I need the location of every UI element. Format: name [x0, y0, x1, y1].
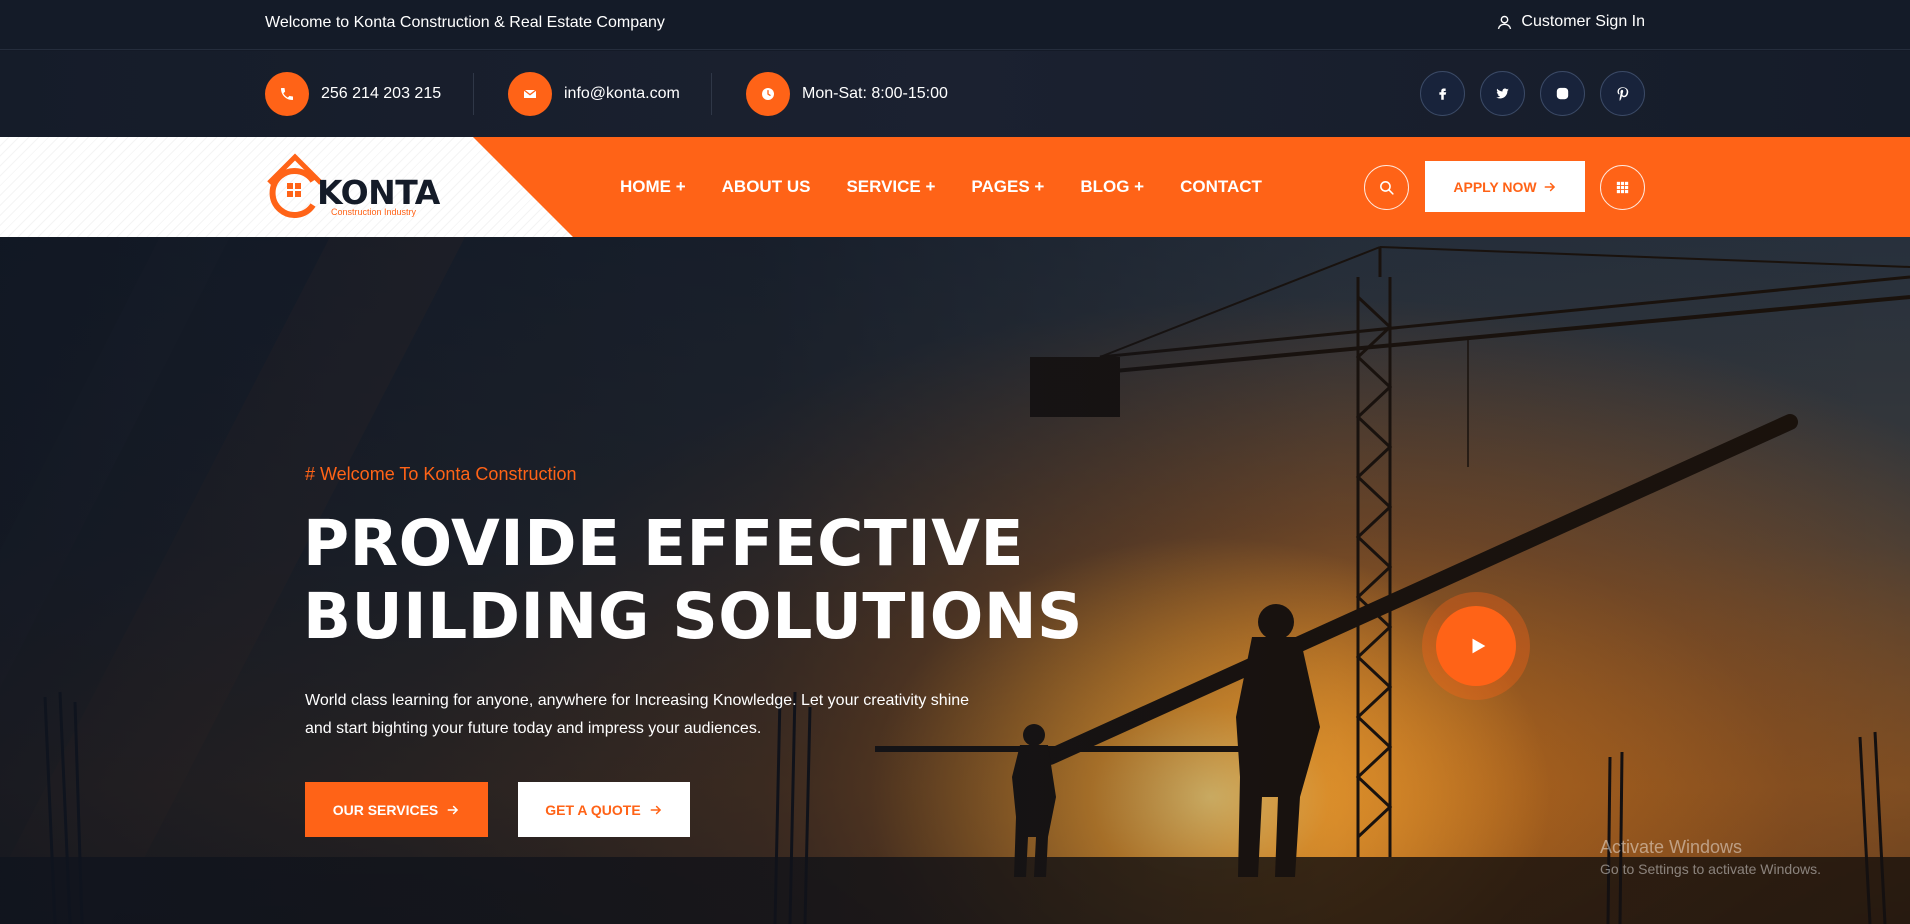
our-services-button[interactable]: OUR SERVICES	[305, 782, 488, 837]
hero-tagline: # Welcome To Konta Construction	[305, 464, 577, 484]
hero-description: World class learning for anyone, anywher…	[305, 692, 970, 737]
play-icon	[1472, 638, 1486, 654]
social-links	[1420, 71, 1645, 116]
arrow-right-icon	[1544, 182, 1555, 191]
contact-bar: 256 214 203 215 info@konta.com Mon-Sat: …	[0, 51, 1910, 137]
hero-section: # Welcome To Konta Construction PROVIDE …	[0, 237, 1910, 924]
envelope-icon	[508, 72, 552, 116]
contact-hours: Mon-Sat: 8:00-15:00	[746, 72, 948, 116]
hero-title: PROVIDE EFFECTIVE BUILDING SOLUTIONS	[303, 507, 1083, 653]
konta-logo[interactable]: KONTA Construction Industry	[265, 153, 445, 221]
facebook-icon[interactable]	[1420, 71, 1465, 116]
arrow-right-icon	[447, 805, 459, 814]
nav-item-home[interactable]: HOME +	[620, 177, 686, 197]
get-a-quote-button[interactable]: GET A QUOTE	[518, 782, 690, 837]
nav-item-blog[interactable]: BLOG +	[1080, 177, 1144, 197]
phone-icon	[265, 72, 309, 116]
grid-menu-button[interactable]	[1600, 165, 1645, 210]
nav-item-pages[interactable]: PAGES +	[971, 177, 1044, 197]
play-circle	[1436, 606, 1516, 686]
apply-now-label: APPLY NOW	[1453, 178, 1537, 195]
signin-label: Customer Sign In	[1521, 13, 1645, 30]
search-icon	[1380, 181, 1394, 195]
arrow-right-icon	[650, 805, 661, 814]
nav-item-about-us[interactable]: ABOUT US	[722, 177, 811, 197]
pinterest-icon[interactable]	[1600, 71, 1645, 116]
phone-text: 256 214 203 215	[321, 85, 442, 102]
nav-menu: HOME + ABOUT US SERVICE + PAGES + BLOG +…	[620, 137, 1262, 237]
main-navbar: KONTA Construction Industry HOME + ABOUT…	[0, 137, 1910, 237]
grid-icon	[1616, 181, 1629, 194]
divider	[473, 73, 474, 115]
hero-title-line-2: BUILDING SOLUTIONS	[303, 580, 1083, 653]
nav-item-contact[interactable]: CONTACT	[1180, 177, 1262, 197]
activate-windows-title: Activate Windows	[1600, 837, 1743, 857]
clock-icon	[746, 72, 790, 116]
email-text: info@konta.com	[564, 85, 680, 102]
house-logo-icon	[267, 153, 323, 218]
contact-phone[interactable]: 256 214 203 215	[265, 72, 441, 116]
logo-tagline: Construction Industry	[331, 207, 417, 217]
twitter-icon[interactable]	[1480, 71, 1525, 116]
customer-signin-link[interactable]: Customer Sign In	[1496, 13, 1645, 31]
divider	[711, 73, 712, 115]
get-a-quote-label: GET A QUOTE	[545, 801, 641, 818]
nav-item-service[interactable]: SERVICE +	[846, 177, 935, 197]
activate-windows-watermark: Activate Windows Go to Settings to activ…	[1600, 837, 1821, 877]
contact-email[interactable]: info@konta.com	[508, 72, 680, 116]
user-icon	[1498, 15, 1512, 29]
instagram-icon[interactable]	[1540, 71, 1585, 116]
top-bar: Welcome to Konta Construction & Real Est…	[0, 0, 1910, 50]
search-button[interactable]	[1364, 165, 1409, 210]
welcome-text: Welcome to Konta Construction & Real Est…	[265, 14, 665, 31]
hero-title-line-1: PROVIDE EFFECTIVE	[303, 507, 1025, 580]
apply-now-button[interactable]: APPLY NOW	[1425, 161, 1585, 212]
our-services-label: OUR SERVICES	[332, 801, 439, 818]
activate-windows-subtitle: Go to Settings to activate Windows.	[1600, 861, 1821, 877]
video-play-button[interactable]	[1422, 592, 1530, 700]
hours-text: Mon-Sat: 8:00-15:00	[802, 85, 948, 102]
